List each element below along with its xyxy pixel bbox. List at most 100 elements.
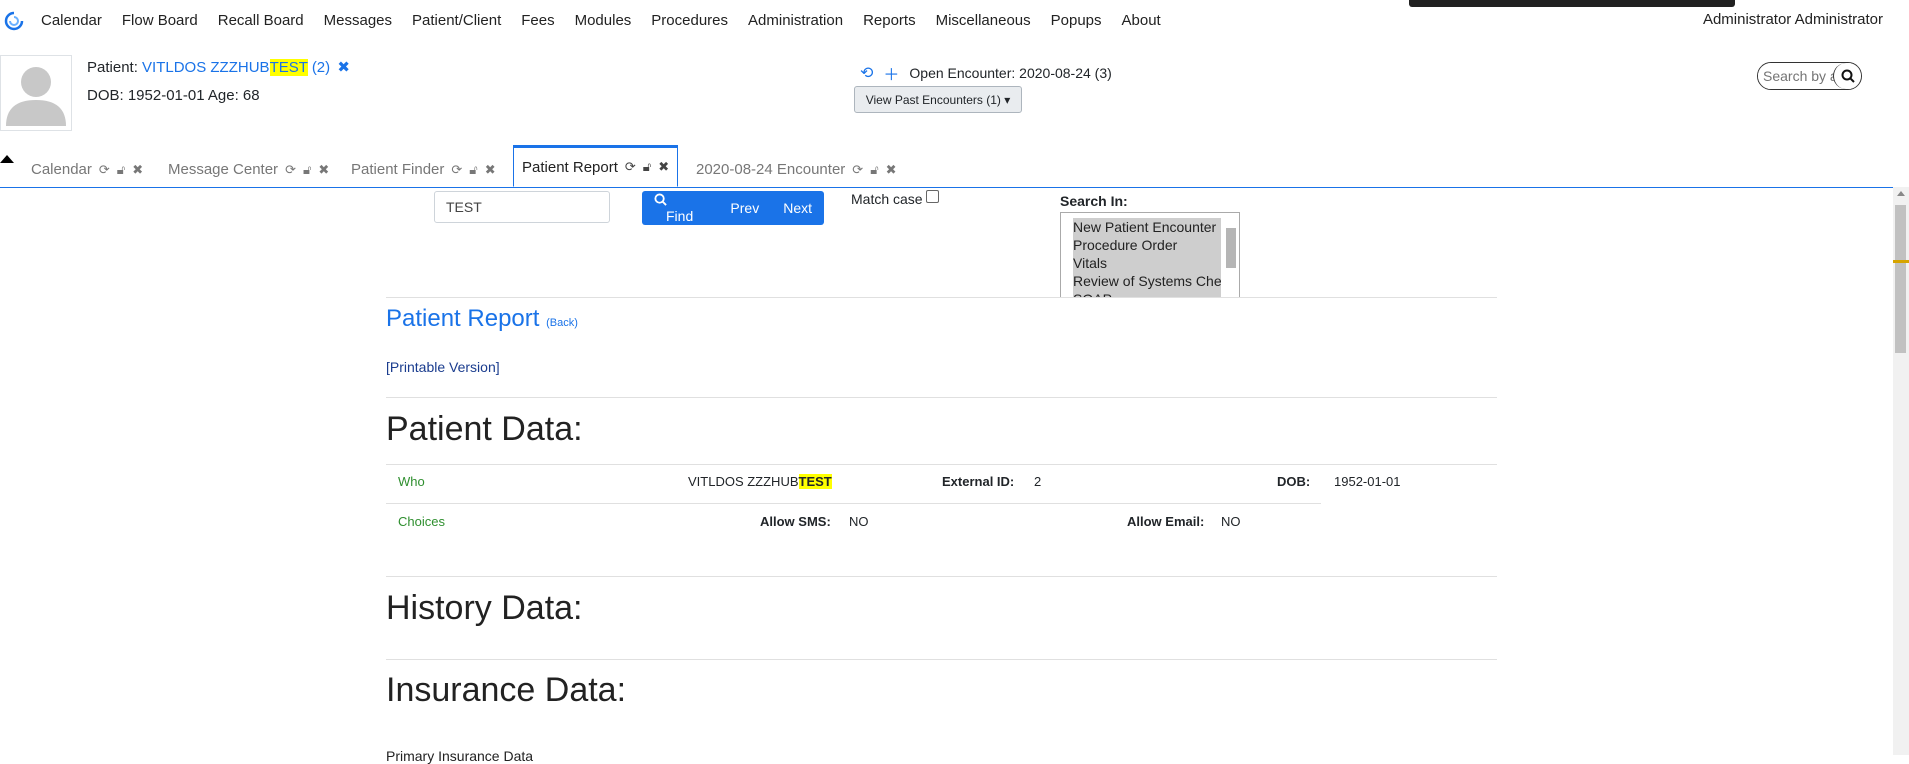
patient-name-line: Patient: VITLDOS ZZZHUBTEST (2) ✖ xyxy=(87,58,350,76)
tab-label: 2020-08-24 Encounter xyxy=(696,161,846,178)
match-case-checkbox[interactable] xyxy=(925,189,939,203)
allow-email-label: Allow Email: xyxy=(1127,514,1205,529)
patient-name-link[interactable]: VITLDOS ZZZHUBTEST (2) xyxy=(142,59,330,76)
unlock-icon[interactable]: 🔓︎ xyxy=(870,162,878,178)
avatar-placeholder-icon xyxy=(6,67,66,126)
allow-sms-value: NO xyxy=(849,514,869,529)
collapse-caret-icon[interactable] xyxy=(0,155,14,163)
unlock-icon[interactable]: 🔓︎ xyxy=(469,162,477,178)
tab-bar: Calendar ⟳ 🔓︎ ✖ Message Center ⟳ 🔓︎ ✖ Pa… xyxy=(0,145,1909,188)
menu-administration[interactable]: Administration xyxy=(748,12,843,29)
menu-messages[interactable]: Messages xyxy=(324,12,392,29)
tab-message-center[interactable]: Message Center ⟳ 🔓︎ ✖ xyxy=(168,153,329,186)
find-button[interactable]: Find xyxy=(642,192,718,224)
patient-label: Patient: xyxy=(87,59,138,76)
menu-patient-client[interactable]: Patient/Client xyxy=(412,12,501,29)
close-icon[interactable]: ✖ xyxy=(485,162,496,178)
search-icon xyxy=(1841,69,1855,83)
tab-label: Message Center xyxy=(168,161,279,178)
past-encounters-count: (1) xyxy=(986,92,1001,107)
tab-encounter[interactable]: 2020-08-24 Encounter ⟳ 🔓︎ ✖ xyxy=(696,153,897,186)
menu-modules[interactable]: Modules xyxy=(575,12,632,29)
menu-recall-board[interactable]: Recall Board xyxy=(218,12,304,29)
who-value-prefix: VITLDOS ZZZHUB xyxy=(688,474,799,489)
patient-data-heading: Patient Data: xyxy=(386,410,583,448)
add-encounter-icon[interactable]: ＋ xyxy=(883,61,899,85)
page-scrollbar[interactable] xyxy=(1893,187,1909,755)
refresh-icon[interactable]: ⟳ xyxy=(99,162,110,178)
tab-label: Calendar xyxy=(31,161,92,178)
menu-flow-board[interactable]: Flow Board xyxy=(122,12,198,29)
refresh-icon[interactable]: ⟳ xyxy=(285,162,296,178)
printable-version-link[interactable]: [Printable Version] xyxy=(386,359,500,375)
patient-avatar xyxy=(0,55,72,131)
overlay-bar xyxy=(1409,0,1735,7)
app-logo-icon[interactable] xyxy=(4,11,24,31)
close-icon[interactable]: ✖ xyxy=(658,159,669,175)
divider xyxy=(386,659,1497,660)
listbox-scrollbar[interactable] xyxy=(1224,213,1239,297)
who-value: VITLDOS ZZZHUBTEST xyxy=(688,474,832,489)
back-link[interactable]: (Back) xyxy=(546,317,578,329)
dob-value: 1952-01-01 xyxy=(1334,474,1401,489)
menu-procedures[interactable]: Procedures xyxy=(651,12,728,29)
refresh-icon[interactable]: ⟳ xyxy=(451,162,462,178)
match-case: Match case xyxy=(851,189,939,207)
menu-about[interactable]: About xyxy=(1122,12,1161,29)
menu-popups[interactable]: Popups xyxy=(1051,12,1102,29)
listbox-option[interactable]: Review of Systems Checks xyxy=(1073,272,1221,290)
scroll-up-icon[interactable] xyxy=(1897,191,1905,196)
listbox-option[interactable]: Vitals xyxy=(1073,254,1221,272)
tab-calendar[interactable]: Calendar ⟳ 🔓︎ ✖ xyxy=(31,153,143,186)
view-past-encounters-button[interactable]: View Past Encounters (1) ▾ xyxy=(854,86,1022,113)
table-border xyxy=(386,464,1497,465)
search-button[interactable] xyxy=(1833,63,1861,89)
unlock-icon[interactable]: 🔓︎ xyxy=(117,162,125,178)
patient-search xyxy=(1757,62,1862,90)
tab-patient-report[interactable]: Patient Report ⟳ 🔓︎ ✖ xyxy=(513,145,679,187)
divider xyxy=(386,576,1497,577)
history-icon[interactable]: ⟲ xyxy=(860,63,873,83)
open-encounter-label: Open Encounter: xyxy=(909,65,1016,81)
next-button[interactable]: Next xyxy=(771,200,824,216)
report-title: Patient Report (Back) xyxy=(386,305,578,333)
user-menu[interactable]: Administrator Administrator xyxy=(1703,11,1883,28)
prev-button[interactable]: Prev xyxy=(718,200,771,216)
listbox-option[interactable]: Procedure Order xyxy=(1073,236,1221,254)
search-icon xyxy=(654,193,667,206)
caret-down-icon: ▾ xyxy=(1004,92,1011,107)
report-title-text: Patient Report xyxy=(386,305,540,332)
close-patient-icon[interactable]: ✖ xyxy=(337,59,350,76)
choices-label: Choices xyxy=(398,514,445,529)
unlock-icon[interactable]: 🔓︎ xyxy=(643,159,651,175)
find-label: Find xyxy=(666,208,694,224)
close-icon[interactable]: ✖ xyxy=(886,162,897,178)
encounter-bar: ⟲ ＋ Open Encounter: 2020-08-24 (3) xyxy=(860,61,1112,85)
find-button-group: Find Prev Next xyxy=(642,191,824,225)
refresh-icon[interactable]: ⟳ xyxy=(625,159,636,175)
refresh-icon[interactable]: ⟳ xyxy=(852,162,863,178)
search-in-label: Search In: xyxy=(1060,193,1128,209)
menu-miscellaneous[interactable]: Miscellaneous xyxy=(936,12,1031,29)
unlock-icon[interactable]: 🔓︎ xyxy=(303,162,311,178)
open-encounter-value[interactable]: 2020-08-24 (3) xyxy=(1019,65,1112,81)
patient-name: VITLDOS ZZZHUB xyxy=(142,59,270,76)
tab-label: Patient Report xyxy=(522,158,618,176)
close-icon[interactable]: ✖ xyxy=(318,162,329,178)
search-in-listbox[interactable]: New Patient Encounter Procedure Order Vi… xyxy=(1060,212,1240,298)
menu-reports[interactable]: Reports xyxy=(863,12,916,29)
divider xyxy=(386,297,1497,298)
table-border xyxy=(386,503,1321,504)
menu-fees[interactable]: Fees xyxy=(521,12,554,29)
external-id-label: External ID: xyxy=(942,474,1015,489)
match-case-label: Match case xyxy=(851,191,923,207)
past-encounters-label: View Past Encounters xyxy=(865,92,983,107)
tab-patient-finder[interactable]: Patient Finder ⟳ 🔓︎ ✖ xyxy=(351,153,496,186)
listbox-option[interactable]: New Patient Encounter xyxy=(1073,218,1221,236)
menu-calendar[interactable]: Calendar xyxy=(41,12,102,29)
close-icon[interactable]: ✖ xyxy=(132,162,143,178)
main-menu: Calendar Flow Board Recall Board Message… xyxy=(31,0,1171,40)
find-input[interactable]: TEST xyxy=(434,191,610,223)
divider xyxy=(386,397,1497,398)
scroll-thumb[interactable] xyxy=(1895,205,1906,353)
